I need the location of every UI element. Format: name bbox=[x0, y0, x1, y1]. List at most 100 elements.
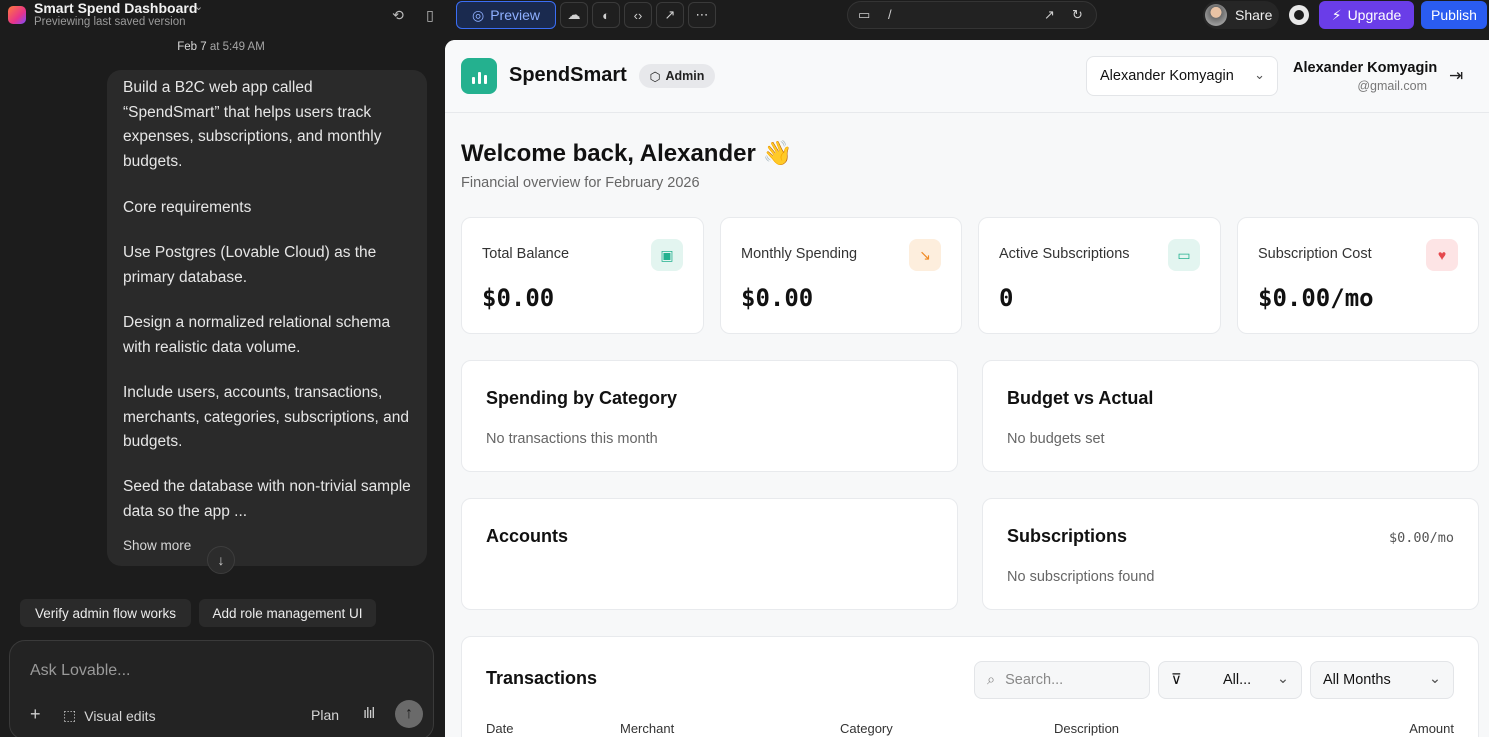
message-paragraph: Design a normalized relational schema wi… bbox=[123, 314, 391, 356]
filter-value: All... bbox=[1223, 672, 1252, 688]
chevron-down-icon: ⌄ bbox=[1254, 67, 1265, 82]
column-header-category[interactable]: Category bbox=[840, 721, 893, 736]
stat-value: $0.00 bbox=[482, 284, 555, 312]
card-title: Spending by Category bbox=[486, 388, 678, 408]
chat-timestamp: Feb 7 at 5:49 AM bbox=[0, 41, 442, 53]
admin-label: Admin bbox=[665, 69, 705, 83]
search-icon: ⌕ bbox=[987, 672, 996, 688]
month-value: All Months bbox=[1323, 672, 1391, 688]
message-paragraph: Use Postgres (Lovable Cloud) as the prim… bbox=[123, 244, 377, 286]
globe-icon: ◎ bbox=[471, 6, 485, 23]
column-header-description[interactable]: Description bbox=[1054, 721, 1119, 736]
upgrade-label: Upgrade bbox=[1347, 7, 1402, 23]
project-title[interactable]: Smart Spend Dashboard bbox=[34, 0, 197, 16]
message-paragraph: Build a B2C web app called “SpendSmart” … bbox=[123, 79, 382, 171]
stat-value: $0.00/mo bbox=[1258, 284, 1374, 312]
app-name: SpendSmart bbox=[509, 64, 627, 86]
timestamp-time: at 5:49 AM bbox=[209, 41, 265, 53]
search-input[interactable]: ⌕ Search... bbox=[974, 661, 1150, 699]
publish-button[interactable]: Publish bbox=[1421, 1, 1487, 29]
url-path[interactable]: / bbox=[888, 7, 892, 22]
card-title: Subscriptions bbox=[1007, 526, 1128, 546]
subscriptions-card: Subscriptions $0.00/mo No subscriptions … bbox=[982, 498, 1479, 610]
user-email: @gmail.com bbox=[1357, 79, 1427, 93]
chevron-down-icon[interactable]: ⌄ bbox=[194, 0, 203, 13]
sidebar-toggle-icon[interactable]: ▯ bbox=[417, 4, 443, 26]
card-title: Budget vs Actual bbox=[1007, 388, 1154, 408]
column-header-date[interactable]: Date bbox=[486, 721, 513, 736]
stat-card-subscription-cost: Subscription Cost $0.00/mo ♥ bbox=[1237, 217, 1479, 334]
send-arrow-icon[interactable]: ↑ bbox=[395, 700, 423, 728]
github-icon[interactable] bbox=[1289, 5, 1309, 25]
chevron-down-icon: ⌄ bbox=[1428, 671, 1441, 687]
refresh-icon[interactable]: ↻ bbox=[1072, 7, 1083, 23]
subscriptions-cost: $0.00/mo bbox=[1388, 530, 1454, 546]
project-subtitle: Previewing last saved version bbox=[34, 16, 186, 28]
filter-icon: ⊽ bbox=[1171, 672, 1182, 688]
preview-label: Preview bbox=[490, 7, 540, 23]
card-title: Transactions bbox=[486, 668, 598, 688]
stat-card-monthly-spending: Monthly Spending $0.00 ↘ bbox=[720, 217, 962, 334]
upgrade-button[interactable]: ⚡ Upgrade bbox=[1319, 1, 1414, 29]
top-bar: Smart Spend Dashboard ⌄ Previewing last … bbox=[0, 0, 1489, 32]
stat-value: $0.00 bbox=[741, 284, 814, 312]
chat-composer[interactable]: Ask Lovable... + ⬚ Visual edits Plan ılı… bbox=[9, 640, 434, 737]
empty-state: No transactions this month bbox=[486, 431, 658, 447]
stat-label: Subscription Cost bbox=[1258, 246, 1372, 262]
search-placeholder: Search... bbox=[1005, 672, 1064, 688]
message-paragraph: Core requirements bbox=[123, 199, 252, 216]
plan-button[interactable]: Plan bbox=[311, 707, 339, 723]
suggestion-chip[interactable]: Add role management UI bbox=[199, 599, 376, 627]
stat-label: Active Subscriptions bbox=[999, 246, 1130, 262]
arrow-down-icon[interactable]: ↓ bbox=[207, 546, 235, 574]
app-preview: SpendSmart ⬡ Admin Alexander Komyagin ⌄ … bbox=[445, 40, 1489, 737]
palette-icon[interactable]: ◐ bbox=[592, 2, 620, 28]
show-more-link[interactable]: Show more bbox=[123, 538, 191, 553]
category-filter-select[interactable]: ⊽ All... ⌄ bbox=[1158, 661, 1302, 699]
share-button[interactable]: Share bbox=[1203, 1, 1279, 29]
empty-state: No subscriptions found bbox=[1007, 569, 1155, 585]
plus-icon[interactable]: + bbox=[30, 704, 41, 725]
stat-label: Total Balance bbox=[482, 246, 570, 262]
month-filter-select[interactable]: All Months ⌄ bbox=[1310, 661, 1454, 699]
user-select[interactable]: Alexander Komyagin ⌄ bbox=[1086, 56, 1278, 96]
suggestion-chip[interactable]: Verify admin flow works bbox=[20, 599, 191, 627]
more-icon[interactable]: ⋯ bbox=[688, 2, 716, 28]
history-icon[interactable]: ⟲ bbox=[385, 4, 411, 26]
admin-badge: ⬡ Admin bbox=[639, 64, 715, 88]
share-label: Share bbox=[1235, 7, 1273, 23]
visual-edits-label: Visual edits bbox=[84, 707, 156, 724]
preview-button[interactable]: ◎ Preview bbox=[456, 1, 556, 29]
stat-value: 0 bbox=[999, 284, 1014, 312]
chat-input[interactable]: Ask Lovable... bbox=[30, 662, 131, 680]
lovable-logo[interactable] bbox=[8, 6, 26, 24]
message-paragraph: Seed the database with non-trivial sampl… bbox=[123, 478, 411, 520]
piggy-bank-icon: ♥ bbox=[1426, 239, 1458, 271]
visual-edits-button[interactable]: ⬚ Visual edits bbox=[63, 707, 156, 724]
column-header-amount[interactable]: Amount bbox=[1409, 721, 1454, 736]
wallet-icon: ▣ bbox=[651, 239, 683, 271]
device-icon[interactable]: ▭ bbox=[858, 7, 870, 23]
empty-state: No budgets set bbox=[1007, 431, 1105, 447]
stat-label: Monthly Spending bbox=[741, 246, 858, 262]
voice-wave-icon[interactable]: ılıl bbox=[363, 705, 375, 722]
trending-down-icon: ↘ bbox=[909, 239, 941, 271]
open-external-icon[interactable]: ↗ bbox=[1044, 7, 1055, 23]
stat-card-total-balance: Total Balance $0.00 ▣ bbox=[461, 217, 704, 334]
bar-chart-icon bbox=[461, 58, 497, 94]
card-title: Accounts bbox=[486, 526, 569, 546]
app-header: SpendSmart ⬡ Admin Alexander Komyagin ⌄ … bbox=[445, 40, 1489, 113]
timestamp-date: Feb 7 bbox=[177, 41, 207, 53]
message-paragraph: Include users, accounts, transactions, m… bbox=[123, 384, 410, 451]
url-bar[interactable]: ▭ / ↗ ↻ bbox=[847, 1, 1097, 29]
chevron-down-icon: ⌄ bbox=[1276, 671, 1289, 687]
code-icon[interactable]: ‹› bbox=[624, 2, 652, 28]
logout-icon[interactable]: ⇥ bbox=[1449, 66, 1463, 86]
cloud-icon[interactable]: ☁ bbox=[560, 2, 588, 28]
credit-card-icon: ▭ bbox=[1168, 239, 1200, 271]
analytics-icon[interactable]: ↗ bbox=[656, 2, 684, 28]
lightning-icon: ⚡ bbox=[1331, 6, 1342, 23]
budget-vs-actual-card: Budget vs Actual No budgets set bbox=[982, 360, 1479, 472]
avatar bbox=[1205, 4, 1227, 26]
column-header-merchant[interactable]: Merchant bbox=[620, 721, 674, 736]
